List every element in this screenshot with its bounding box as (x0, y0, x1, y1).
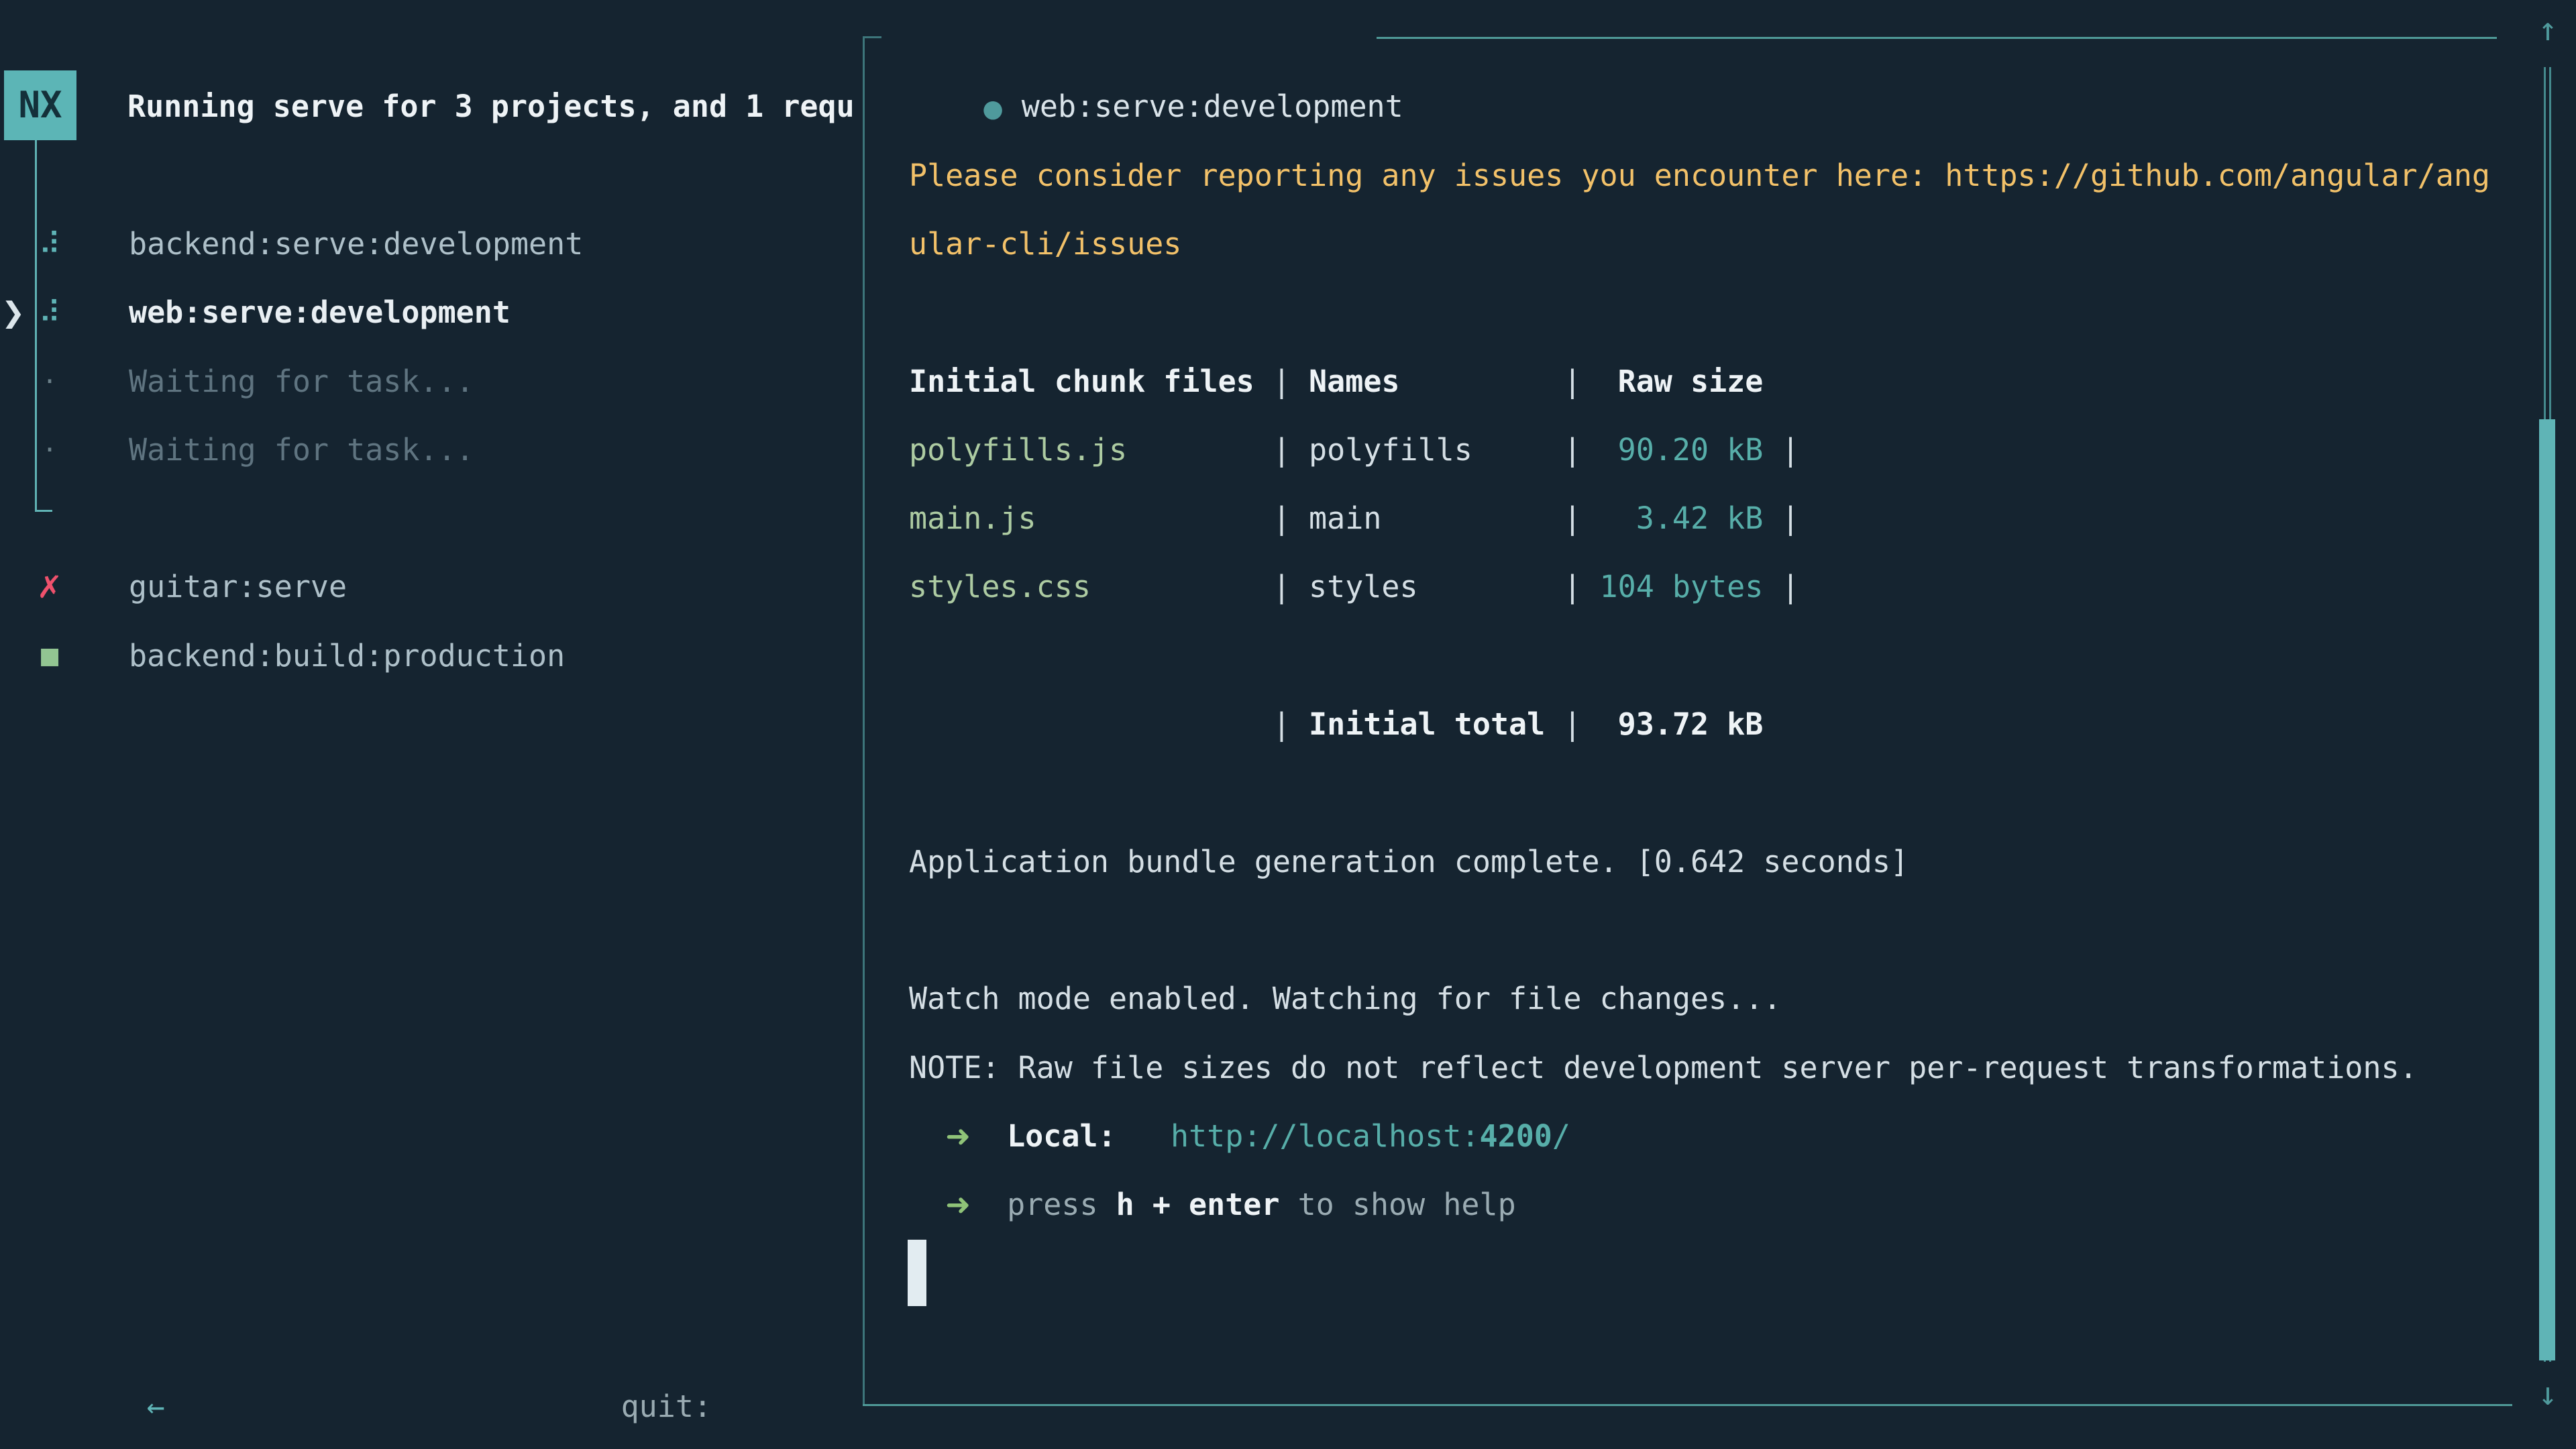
task-item-backend-build-production[interactable]: ■ backend:build:production (0, 622, 863, 690)
text-segment: to show help (1280, 1187, 1516, 1222)
spinner-icon: ⠼ (35, 278, 64, 347)
scrollbar-thumb[interactable] (2539, 419, 2555, 1360)
task-group-tree-foot (35, 510, 52, 512)
task-label: Waiting for task... (129, 416, 474, 484)
dot-icon: · (35, 347, 64, 416)
text-segment: | (1763, 500, 1799, 536)
square-icon: ■ (35, 622, 64, 690)
nx-logo: NX (4, 70, 76, 140)
text-segment: Watch mode enabled. Watching for file ch… (909, 981, 1781, 1016)
panel-border-left (863, 36, 865, 1405)
selected-chevron-icon: ❯ (1, 278, 25, 347)
text-segment (909, 1187, 945, 1222)
text-segment: 93.72 kB (1581, 706, 1763, 742)
sidebar-title: Running serve for 3 projects, and 1 requ (127, 72, 863, 141)
terminal-line: main.js | main | 3.42 kB | (909, 484, 1800, 553)
text-segment: Please consider reporting any issues you… (909, 158, 2490, 193)
task-sidebar: NX Running serve for 3 projects, and 1 r… (0, 0, 863, 1449)
text-segment: | (1763, 569, 1799, 604)
terminal-line: ular-cli/issues (909, 210, 1181, 278)
spinner-icon: ⠼ (35, 210, 64, 278)
terminal-line: ➜ Local: http://localhost:4200/ (909, 1102, 1570, 1171)
text-segment: styles.css (909, 569, 1091, 604)
terminal-line: Please consider reporting any issues you… (909, 142, 2490, 210)
text-segment: 4200 (1480, 1118, 1552, 1154)
text-segment: Raw size (1618, 364, 1764, 399)
scroll-up-arrow-icon[interactable]: ↑ (2526, 9, 2569, 50)
nx-tui-screen: NX Running serve for 3 projects, and 1 r… (0, 0, 2576, 1449)
terminal-line: styles.css | styles | 104 bytes | (909, 553, 1800, 621)
text-segment: polyfills.js (909, 432, 1127, 468)
text-segment: | main | (1036, 500, 1582, 536)
text-segment: | (1763, 432, 1799, 468)
terminal-line: Initial chunk files | Names | Raw size (909, 347, 1763, 416)
panel-border-top (1377, 37, 2497, 39)
task-label: Waiting for task... (129, 347, 474, 416)
task-item-web-serve-development[interactable]: ❯⠼ web:serve:development (0, 278, 863, 347)
text-segment: Initial total (1309, 706, 1545, 742)
text-segment (1116, 1118, 1171, 1154)
text-segment: | (1254, 364, 1309, 399)
text-segment: | (909, 706, 1309, 742)
text-segment: ➜ (945, 1187, 971, 1222)
panel-title: web:serve:development (1022, 89, 1403, 124)
text-segment: h + enter (1116, 1187, 1280, 1222)
text-segment (971, 1118, 1007, 1154)
terminal-line: Application bundle generation complete. … (909, 828, 1909, 896)
text-segment: Names (1309, 364, 1399, 399)
terminal-cursor (908, 1240, 926, 1306)
text-segment (909, 1118, 945, 1154)
text-segment: | (1545, 706, 1581, 742)
task-item-backend-serve-development[interactable]: ⠼ backend:serve:development (0, 210, 863, 278)
text-segment: 104 bytes (1581, 569, 1763, 604)
keyboard-hints: quit: q help: ? (512, 1304, 748, 1373)
text-segment: | polyfills | (1127, 432, 1581, 468)
running-status-dot-icon: ● (982, 95, 1003, 123)
text-segment: NOTE: Raw file sizes do not reflect deve… (909, 1050, 2418, 1085)
page-prev-arrow-icon[interactable]: ← (147, 1389, 165, 1424)
task-item-guitar-serve[interactable]: ✗ guitar:serve (0, 553, 863, 621)
text-segment: Local: (1007, 1118, 1116, 1154)
text-segment: ➜ (945, 1118, 971, 1154)
terminal-line: Watch mode enabled. Watching for file ch… (909, 965, 1781, 1033)
text-segment (971, 1187, 1007, 1222)
terminal-line: | Initial total | 93.72 kB (909, 690, 1763, 759)
panel-border-top-stub (863, 36, 881, 38)
pagination: ← 1/1 → (38, 1304, 219, 1373)
text-segment: 3.42 kB (1581, 500, 1763, 536)
text-segment: ular-cli/issues (909, 226, 1181, 262)
task-item-waiting-for-task-[interactable]: · Waiting for task... (0, 416, 863, 484)
task-label: guitar:serve (129, 553, 347, 621)
terminal-line: polyfills.js | polyfills | 90.20 kB | (909, 416, 1800, 484)
text-segment: http://localhost: (1171, 1118, 1480, 1154)
text-segment: Application bundle generation complete. … (909, 844, 1909, 879)
text-segment: / (1552, 1118, 1570, 1154)
cross-icon: ✗ (35, 553, 64, 621)
terminal-line: ➜ press h + enter to show help (909, 1171, 1516, 1239)
dot-icon: · (35, 416, 64, 484)
terminal-line: NOTE: Raw file sizes do not reflect deve… (909, 1034, 2418, 1102)
task-item-waiting-for-task-[interactable]: · Waiting for task... (0, 347, 863, 416)
scroll-down-arrow-icon[interactable]: ↓ (2526, 1374, 2569, 1414)
task-label: backend:serve:development (129, 210, 583, 278)
text-segment: | (1400, 364, 1618, 399)
text-segment: | styles | (1091, 569, 1582, 604)
quit-hint-label: quit: (621, 1389, 712, 1424)
text-segment: press (1007, 1187, 1116, 1222)
text-segment: Initial chunk files (909, 364, 1254, 399)
task-label: web:serve:development (129, 278, 511, 347)
panel-header: ●web:serve:development (910, 4, 1403, 72)
text-segment: main.js (909, 500, 1036, 536)
text-segment: 90.20 kB (1581, 432, 1763, 468)
task-label: backend:build:production (129, 622, 565, 690)
panel-border-bottom (863, 1404, 2512, 1406)
